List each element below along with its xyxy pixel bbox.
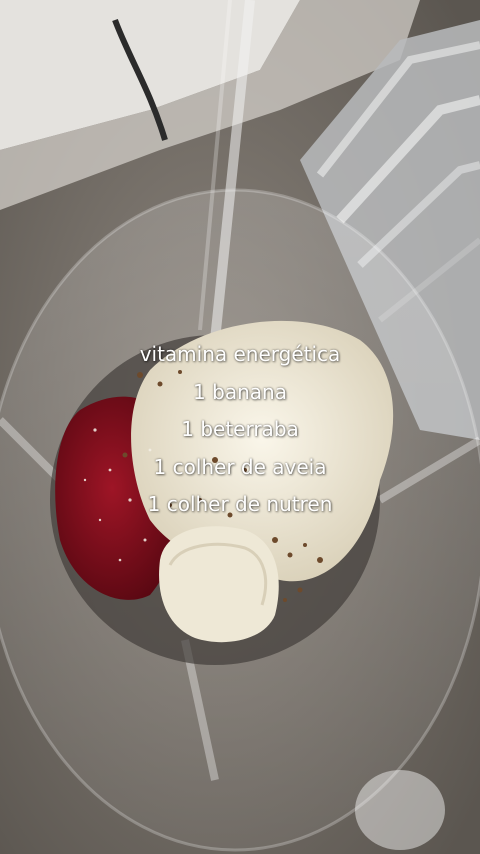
caption-line-banana: 1 banana [193, 379, 287, 404]
recipe-caption: vitamina energética 1 banana 1 beterraba… [0, 336, 480, 524]
caption-line-nutren: 1 colher de nutren [147, 492, 333, 516]
caption-line-oats: 1 colher de aveia [153, 454, 327, 479]
caption-title: vitamina energética [139, 342, 341, 366]
caption-line-beet: 1 beterraba [181, 417, 299, 441]
